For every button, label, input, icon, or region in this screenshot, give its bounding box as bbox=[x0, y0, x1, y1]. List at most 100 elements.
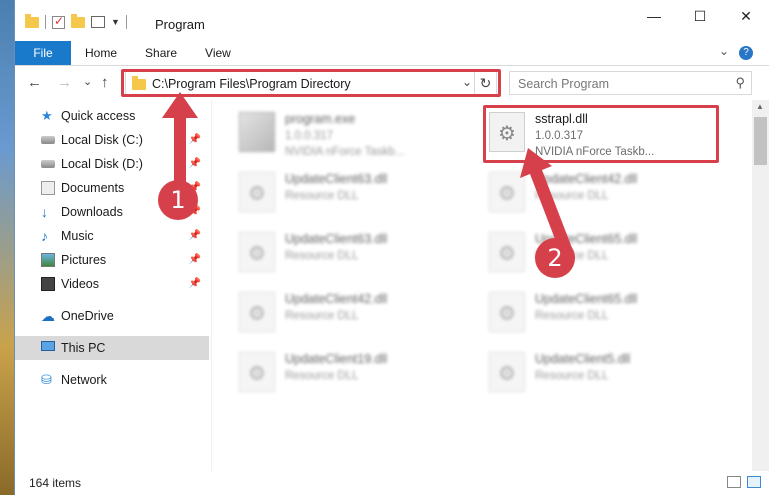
file-name: UpdateClient63.dll bbox=[285, 172, 388, 186]
tab-home[interactable]: Home bbox=[71, 41, 131, 65]
window-controls: — ☐ ✕ bbox=[631, 0, 769, 32]
vertical-scrollbar[interactable]: ▲ bbox=[752, 100, 769, 471]
disk-icon bbox=[41, 136, 55, 144]
pin-icon[interactable]: 📌 bbox=[189, 272, 201, 296]
folder-icon bbox=[25, 13, 39, 28]
file-type: Resource DLL bbox=[535, 370, 609, 382]
sidebar-item-label: Videos bbox=[61, 277, 99, 291]
up-arrow-icon[interactable]: ↑ bbox=[101, 74, 109, 91]
file-description: NVIDIA nForce Taskb... bbox=[285, 146, 405, 158]
sidebar-item-pictures[interactable]: Pictures 📌 bbox=[15, 248, 209, 272]
tab-view[interactable]: View bbox=[191, 41, 245, 65]
dll-gear-icon bbox=[239, 352, 275, 392]
dll-gear-icon bbox=[239, 172, 275, 212]
file-name: UpdateClient5.dll bbox=[535, 352, 631, 366]
sidebar-item-label: Documents bbox=[61, 181, 125, 195]
cloud-icon: ☁ bbox=[41, 308, 55, 324]
navigation-bar: ← → ⌄ ↑ C:\Program Files\Program Directo… bbox=[15, 67, 769, 99]
scroll-up-icon[interactable]: ▲ bbox=[756, 102, 764, 111]
file-name: UpdateClient63.dll bbox=[285, 232, 388, 246]
pc-icon bbox=[41, 341, 55, 351]
recent-locations-chevron-icon[interactable]: ⌄ bbox=[83, 75, 92, 88]
file-name: UpdateClient19.dll bbox=[285, 352, 388, 366]
forward-arrow-icon[interactable]: → bbox=[57, 74, 72, 91]
sidebar-item-music[interactable]: ♪ Music 📌 bbox=[15, 224, 209, 248]
pictures-icon bbox=[41, 253, 55, 267]
file-item[interactable]: UpdateClient5.dll Resource DLL bbox=[475, 344, 715, 400]
file-name: program.exe bbox=[285, 112, 356, 126]
status-bar: 164 items bbox=[15, 471, 769, 495]
properties-check-icon[interactable] bbox=[52, 14, 65, 29]
dll-gear-icon bbox=[489, 292, 525, 332]
file-version: 1.0.0.317 bbox=[285, 130, 333, 142]
file-name: UpdateClient42.dll bbox=[285, 292, 388, 306]
help-icon[interactable]: ? bbox=[739, 46, 753, 60]
sidebar-item-label: Music bbox=[61, 229, 94, 243]
file-item[interactable]: UpdateClient19.dll Resource DLL bbox=[225, 344, 465, 400]
tab-file[interactable]: File bbox=[15, 41, 71, 65]
quick-access-toolbar: ▼ bbox=[25, 13, 127, 29]
star-icon: ★ bbox=[41, 108, 53, 123]
item-count: 164 items bbox=[29, 476, 82, 490]
dll-gear-icon bbox=[489, 352, 525, 392]
sidebar-item-videos[interactable]: Videos 📌 bbox=[15, 272, 209, 296]
minimize-button[interactable]: — bbox=[631, 0, 677, 32]
file-type: Resource DLL bbox=[285, 190, 359, 202]
large-icons-view-icon[interactable] bbox=[747, 476, 761, 488]
file-type: Resource DLL bbox=[285, 310, 359, 322]
pin-icon[interactable]: 📌 bbox=[189, 248, 201, 272]
exe-file-icon bbox=[239, 112, 275, 152]
disk-icon bbox=[41, 160, 55, 168]
sidebar-item-label: OneDrive bbox=[61, 309, 114, 323]
file-item[interactable]: UpdateClient42.dll Resource DLL bbox=[225, 284, 465, 340]
file-item[interactable]: UpdateClient65.dll Resource DLL bbox=[475, 284, 715, 340]
toolbar-separator bbox=[125, 15, 127, 29]
search-placeholder: Search Program bbox=[518, 77, 610, 91]
file-item[interactable]: UpdateClient65.dll Resource DLL bbox=[475, 224, 715, 280]
file-item[interactable]: UpdateClient63.dll Resource DLL bbox=[225, 224, 465, 280]
sidebar-item-label: Local Disk (C:) bbox=[61, 133, 143, 147]
customize-toolbar-chevron-icon[interactable]: ▼ bbox=[111, 17, 120, 27]
network-icon: ⛁ bbox=[41, 372, 52, 387]
expand-ribbon-chevron-icon[interactable]: ⌄ bbox=[719, 44, 729, 58]
file-type: Resource DLL bbox=[285, 250, 359, 262]
sidebar-item-label: Downloads bbox=[61, 205, 123, 219]
pane-divider[interactable] bbox=[211, 100, 212, 471]
file-item[interactable]: program.exe 1.0.0.317 NVIDIA nForce Task… bbox=[225, 104, 465, 160]
new-folder-icon[interactable] bbox=[71, 13, 85, 28]
sidebar-item-this-pc[interactable]: This PC bbox=[15, 336, 209, 360]
sidebar-item-label: This PC bbox=[61, 341, 106, 355]
tab-share[interactable]: Share bbox=[131, 41, 191, 65]
details-view-icon[interactable] bbox=[727, 476, 741, 488]
music-icon: ♪ bbox=[41, 228, 48, 244]
window-title: Program bbox=[155, 17, 205, 32]
pin-icon[interactable]: 📌 bbox=[189, 224, 201, 248]
toolbar-separator bbox=[45, 15, 46, 29]
documents-icon bbox=[41, 181, 55, 195]
step-1-badge: 1 bbox=[158, 180, 198, 220]
ribbon-tabs: File Home Share View ⌄ ? bbox=[15, 41, 769, 65]
file-list: program.exe 1.0.0.317 NVIDIA nForce Task… bbox=[225, 100, 745, 471]
dll-gear-icon bbox=[239, 292, 275, 332]
maximize-button[interactable]: ☐ bbox=[677, 0, 723, 32]
sidebar-item-network[interactable]: ⛁ Network bbox=[15, 368, 209, 392]
sidebar-item-label: Local Disk (D:) bbox=[61, 157, 143, 171]
file-name: UpdateClient65.dll bbox=[535, 292, 638, 306]
back-arrow-icon[interactable]: ← bbox=[27, 74, 42, 91]
sidebar-item-label: Network bbox=[61, 373, 107, 387]
sidebar-item-label: Pictures bbox=[61, 253, 107, 267]
dll-gear-icon bbox=[239, 232, 275, 272]
properties-icon[interactable] bbox=[91, 16, 105, 28]
sidebar-item-label: Quick access bbox=[61, 109, 136, 123]
videos-icon bbox=[41, 277, 55, 291]
search-input[interactable]: Search Program ⚲ bbox=[509, 71, 752, 95]
ribbon-divider bbox=[15, 65, 769, 66]
file-type: Resource DLL bbox=[285, 370, 359, 382]
sidebar-item-onedrive[interactable]: ☁ OneDrive bbox=[15, 304, 209, 328]
file-type: Resource DLL bbox=[535, 310, 609, 322]
file-item[interactable]: UpdateClient63.dll Resource DLL bbox=[225, 164, 465, 220]
file-item[interactable]: UpdateClient42.dll Resource DLL bbox=[475, 164, 715, 220]
search-icon: ⚲ bbox=[735, 75, 745, 90]
scrollbar-thumb[interactable] bbox=[754, 117, 767, 165]
close-button[interactable]: ✕ bbox=[723, 0, 769, 32]
